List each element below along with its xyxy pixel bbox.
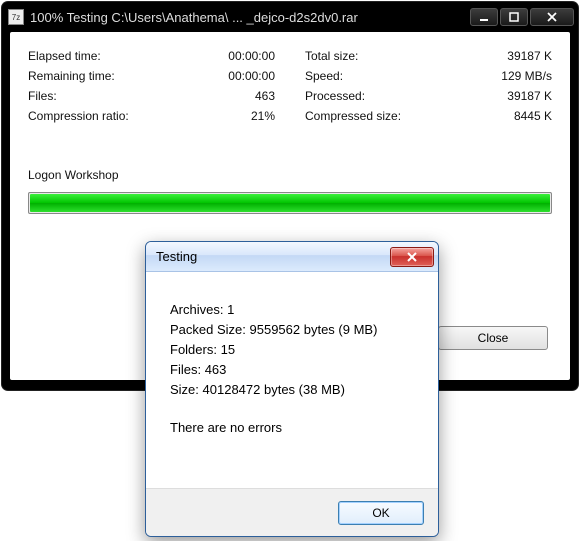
dialog-titlebar[interactable]: Testing — [146, 242, 438, 272]
dialog-line-size: Size: 40128472 bytes (38 MB) — [170, 380, 414, 400]
window-controls — [470, 8, 574, 26]
progress-bar — [28, 192, 552, 214]
app-icon: 7z — [8, 9, 24, 25]
stat-total-size: Total size:39187 K — [305, 46, 552, 66]
stat-speed: Speed:129 MB/s — [305, 66, 552, 86]
stats-left: Elapsed time:00:00:00 Remaining time:00:… — [28, 46, 275, 126]
titlebar[interactable]: 7z 100% Testing C:\Users\Anathema\ ... _… — [2, 2, 578, 32]
stat-elapsed: Elapsed time:00:00:00 — [28, 46, 275, 66]
dialog-line-archives: Archives: 1 — [170, 300, 414, 320]
window-title: 100% Testing C:\Users\Anathema\ ... _dej… — [30, 10, 470, 25]
dialog-line-files: Files: 463 — [170, 360, 414, 380]
dialog-footer: OK — [146, 488, 438, 536]
minimize-button[interactable] — [470, 8, 498, 26]
current-item-label: Logon Workshop — [28, 168, 552, 182]
dialog-line-packed: Packed Size: 9559562 bytes (9 MB) — [170, 320, 414, 340]
stat-remaining: Remaining time:00:00:00 — [28, 66, 275, 86]
window-close-button[interactable] — [530, 8, 574, 26]
maximize-button[interactable] — [500, 8, 528, 26]
stat-processed: Processed:39187 K — [305, 86, 552, 106]
stats-panel: Elapsed time:00:00:00 Remaining time:00:… — [28, 46, 552, 126]
result-dialog: Testing Archives: 1 Packed Size: 9559562… — [145, 241, 439, 537]
stat-files: Files:463 — [28, 86, 275, 106]
dialog-title: Testing — [156, 249, 390, 264]
dialog-body: Archives: 1 Packed Size: 9559562 bytes (… — [146, 272, 438, 448]
stats-right: Total size:39187 K Speed:129 MB/s Proces… — [305, 46, 552, 126]
close-button[interactable]: Close — [438, 326, 548, 350]
ok-button[interactable]: OK — [338, 501, 424, 525]
dialog-status: There are no errors — [170, 418, 414, 438]
dialog-line-folders: Folders: 15 — [170, 340, 414, 360]
dialog-close-button[interactable] — [390, 247, 434, 267]
stat-ratio: Compression ratio:21% — [28, 106, 275, 126]
stat-compressed: Compressed size:8445 K — [305, 106, 552, 126]
progress-fill — [30, 194, 550, 212]
